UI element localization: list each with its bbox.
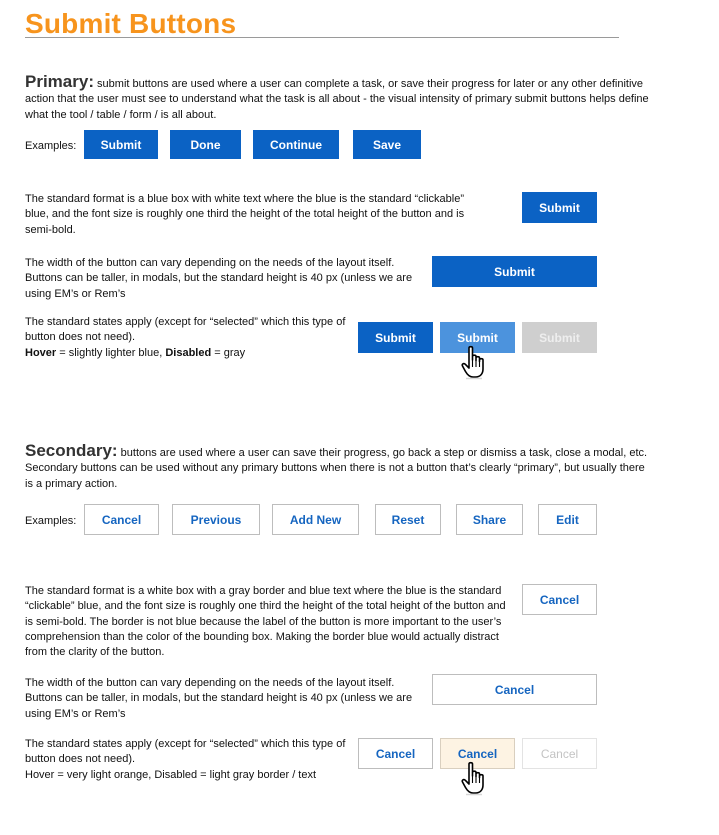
primary-disabled-label: Disabled	[165, 346, 212, 359]
secondary-example-share-button[interactable]: Share	[456, 504, 523, 535]
secondary-state-disabled-button: Cancel	[522, 738, 597, 769]
primary-example-submit-button[interactable]: Submit	[84, 130, 158, 159]
secondary-state-normal-button[interactable]: Cancel	[358, 738, 433, 769]
secondary-states-desc: Hover = very light orange, Disabled = li…	[25, 768, 317, 781]
primary-states-text: The standard states apply (except for “s…	[25, 315, 355, 361]
title-divider	[25, 37, 619, 38]
primary-disabled-desc: = gray	[211, 346, 246, 359]
primary-heading: Primary:	[25, 72, 94, 91]
secondary-intro: Secondary: buttons are used where a user…	[25, 441, 655, 492]
secondary-format-cancel-button[interactable]: Cancel	[522, 584, 597, 615]
hand-pointer-icon	[461, 761, 484, 796]
primary-states-intro: The standard states apply (except for “s…	[25, 316, 346, 344]
primary-examples-label: Examples:	[25, 140, 77, 152]
primary-example-done-button[interactable]: Done	[170, 130, 241, 159]
secondary-width-text: The width of the button can vary dependi…	[25, 677, 413, 720]
secondary-states-text: The standard states apply (except for “s…	[25, 737, 360, 783]
primary-format-text: The standard format is a blue box with w…	[25, 193, 465, 236]
primary-wide-submit-button[interactable]: Submit	[432, 256, 597, 287]
secondary-examples-label: Examples:	[25, 515, 77, 527]
primary-format-submit-button[interactable]: Submit	[522, 192, 597, 223]
secondary-example-reset-button[interactable]: Reset	[375, 504, 441, 535]
secondary-example-cancel-button[interactable]: Cancel	[84, 504, 159, 535]
primary-example-save-button[interactable]: Save	[353, 130, 421, 159]
primary-intro: Primary: submit buttons are used where a…	[25, 72, 650, 123]
secondary-format-text: The standard format is a white box with …	[25, 585, 506, 659]
secondary-example-edit-button[interactable]: Edit	[538, 504, 597, 535]
secondary-wide-cancel-button[interactable]: Cancel	[432, 674, 597, 705]
primary-example-continue-button[interactable]: Continue	[253, 130, 339, 159]
hand-pointer-icon	[461, 345, 484, 380]
primary-state-disabled-button: Submit	[522, 322, 597, 353]
primary-intro-text: submit buttons are used where a user can…	[25, 78, 649, 121]
page-title: Submit Buttons	[25, 8, 237, 39]
secondary-example-previous-button[interactable]: Previous	[172, 504, 260, 535]
secondary-intro-text: buttons are used where a user can save t…	[25, 447, 648, 490]
primary-width-text: The width of the button can vary dependi…	[25, 257, 413, 300]
secondary-heading: Secondary:	[25, 441, 118, 460]
secondary-example-add-new-button[interactable]: Add New	[272, 504, 359, 535]
secondary-states-intro: The standard states apply (except for “s…	[25, 738, 346, 766]
primary-state-normal-button[interactable]: Submit	[358, 322, 433, 353]
primary-hover-label: Hover	[25, 346, 57, 359]
primary-hover-desc: = slightly lighter blue,	[56, 346, 166, 359]
